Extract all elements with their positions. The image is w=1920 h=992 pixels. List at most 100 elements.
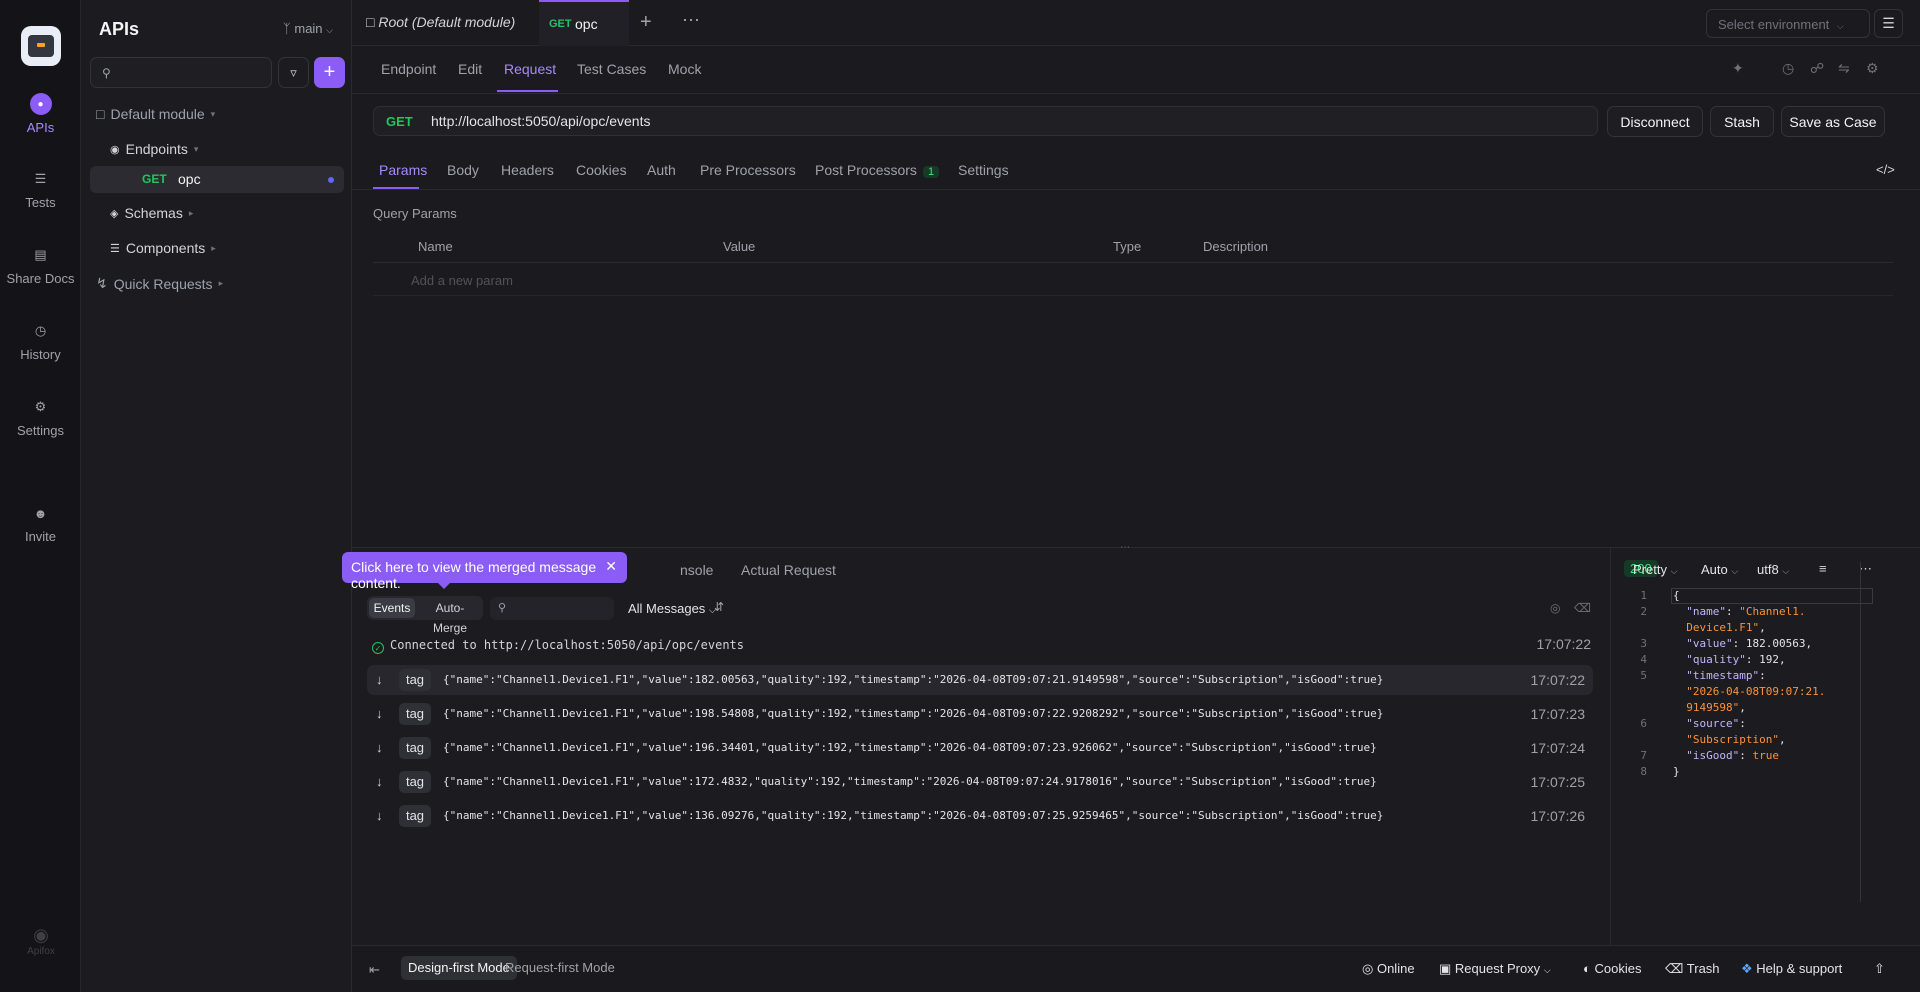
message-filter-select[interactable]: All Messages ⌵ [628, 601, 716, 616]
tree-components[interactable]: ☰ Components ▸ [110, 240, 216, 256]
rail-item-history[interactable]: ◷ History [0, 320, 81, 362]
gear-icon[interactable]: ⚙ [1866, 60, 1879, 77]
scroll-top-icon[interactable]: ◎ [1550, 601, 1560, 615]
rail-item-settings[interactable]: ⚙ Settings [0, 396, 81, 438]
magic-icon[interactable]: ✦ [1732, 60, 1744, 77]
wrap-icon[interactable]: ≡ [1819, 561, 1827, 576]
tree-label: Components [125, 240, 206, 256]
params-add-row[interactable]: Add a new param [373, 263, 1893, 296]
event-row[interactable]: ↓ tag {"name":"Channel1.Device1.F1","val… [367, 767, 1593, 797]
menu-button[interactable]: ☰ [1874, 9, 1903, 38]
help-label: Help & support [1756, 961, 1843, 976]
rail-label: Share Docs [6, 271, 75, 286]
tab-headers[interactable]: Headers [501, 162, 554, 178]
tree-default-module[interactable]: □ Default module ▾ [96, 106, 215, 122]
tab-post-processors[interactable]: Post Processors 1 [815, 162, 940, 178]
help-support-button[interactable]: ❖ Help & support [1741, 961, 1842, 977]
mode-select[interactable]: Auto ⌵ [1701, 562, 1738, 577]
code-line: 8} [1640, 765, 1680, 778]
event-row[interactable]: ↓ tag {"name":"Channel1.Device1.F1","val… [367, 733, 1593, 763]
more-tabs-icon[interactable]: ⋯ [682, 10, 701, 31]
main-area: □ Root (Default module) GET opc + ⋯ Sele… [342, 0, 1920, 992]
events-toggle[interactable]: Events [369, 598, 415, 618]
tree-endpoints[interactable]: ◉ Endpoints ▾ [110, 141, 198, 157]
tab-params[interactable]: Params [379, 162, 427, 178]
tab-actual-request[interactable]: Actual Request [741, 562, 836, 578]
trash-button[interactable]: ⌫ Trash [1665, 961, 1720, 977]
message-time: 17:07:22 [1536, 636, 1592, 652]
close-icon[interactable]: ✕ [605, 558, 617, 575]
rail-item-share-docs[interactable]: ▤ Share Docs [0, 244, 81, 286]
request-proxy-button[interactable]: ▣ Request Proxy ⌵ [1439, 961, 1551, 977]
event-time: 17:07:22 [1530, 672, 1586, 688]
merge-tooltip[interactable]: Click here to view the merged message co… [342, 552, 627, 591]
stash-button[interactable]: Stash [1710, 106, 1774, 137]
event-row[interactable]: ↓ tag {"name":"Channel1.Device1.F1","val… [367, 801, 1593, 831]
branch-selector[interactable]: ᛉ main ⌵ [283, 21, 333, 36]
tests-icon: ☰ [34, 171, 47, 186]
format-select[interactable]: Pretty ⌵ [1633, 562, 1677, 577]
code-icon[interactable]: </> [1876, 162, 1895, 177]
url-input[interactable]: http://localhost:5050/api/opc/events [431, 113, 650, 129]
event-row[interactable]: ↓ tag {"name":"Channel1.Device1.F1","val… [367, 665, 1593, 695]
sort-icon[interactable]: ⇵ [714, 600, 724, 614]
share-icon[interactable]: ☍ [1810, 60, 1824, 77]
save-as-case-button[interactable]: Save as Case [1781, 106, 1885, 137]
new-tab-button[interactable]: + [640, 11, 652, 34]
filter-button[interactable]: ▿ [278, 57, 309, 88]
rail-item-apis[interactable]: ● APIs [0, 93, 81, 135]
upload-icon[interactable]: ⇧ [1874, 961, 1885, 977]
encoding-select[interactable]: utf8 ⌵ [1757, 562, 1789, 577]
add-param-placeholder[interactable]: Add a new param [411, 273, 513, 288]
collapse-sidebar-icon[interactable]: ⇤ [369, 962, 380, 978]
proxy-label: Request Proxy [1454, 961, 1541, 976]
tab-body[interactable]: Body [447, 162, 479, 178]
tab-console[interactable]: nsole [680, 562, 713, 578]
filter-icon: ▿ [290, 64, 297, 80]
cookie-icon: ◐ [1583, 961, 1591, 976]
add-button[interactable]: + [314, 57, 345, 88]
tab-opc[interactable]: GET opc [539, 0, 629, 46]
tab-edit[interactable]: Edit [458, 61, 482, 77]
history-icon[interactable]: ◷ [1782, 60, 1794, 77]
online-status[interactable]: ◎ Online [1362, 961, 1415, 977]
url-bar[interactable]: GET http://localhost:5050/api/opc/events [373, 106, 1598, 136]
rail-item-invite[interactable]: ☻ Invite [0, 502, 81, 545]
disconnect-button[interactable]: Disconnect [1607, 106, 1703, 137]
clear-icon[interactable]: ⌫ [1574, 601, 1591, 615]
compare-icon[interactable]: ⇋ [1838, 60, 1850, 77]
endpoint-name: opc [178, 171, 201, 187]
auto-merge-toggle[interactable]: Auto-Merge [419, 598, 481, 635]
tree-quick-requests[interactable]: ↯ Quick Requests ▸ [96, 275, 223, 292]
encoding-label: utf8 [1757, 562, 1779, 577]
message-search-input[interactable]: ⚲ [490, 597, 614, 620]
tab-auth[interactable]: Auth [647, 162, 676, 178]
folder-icon: □ [96, 106, 105, 122]
tab-root-module[interactable]: □ Root (Default module) [366, 14, 515, 30]
response-panel: ⋯ nsole Actual Request 200 Click here to… [342, 542, 1920, 946]
app-logo[interactable] [21, 26, 61, 66]
scrollbar[interactable] [1860, 562, 1861, 902]
tree-schemas[interactable]: ◈ Schemas ▸ [110, 205, 193, 221]
environment-select[interactable]: Select environment ⌵ [1706, 9, 1870, 38]
code-line: 2 "name": "Channel1. [1640, 605, 1806, 618]
tab-test-cases[interactable]: Test Cases [577, 61, 646, 77]
event-row[interactable]: ↓ tag {"name":"Channel1.Device1.F1","val… [367, 699, 1593, 729]
sidebar-search-input[interactable]: ⚲ [90, 57, 272, 88]
resize-handle[interactable]: ⋯ [1120, 542, 1131, 553]
tab-settings[interactable]: Settings [958, 162, 1009, 178]
method-select[interactable]: GET [386, 114, 413, 129]
tab-mock[interactable]: Mock [668, 61, 701, 77]
tab-endpoint[interactable]: Endpoint [381, 61, 436, 77]
event-payload: {"name":"Channel1.Device1.F1","value":13… [443, 809, 1384, 822]
filter-label: All Messages [628, 601, 706, 616]
params-table-header: Name Value Type Description [373, 230, 1893, 263]
request-first-mode-button[interactable]: Request-first Mode [498, 956, 622, 980]
cookies-button[interactable]: ◐ Cookies [1583, 961, 1641, 976]
tab-cookies[interactable]: Cookies [576, 162, 627, 178]
tree-endpoint-opc[interactable]: GET opc [90, 166, 344, 193]
tab-pre-processors[interactable]: Pre Processors [700, 162, 796, 178]
rail-item-tests[interactable]: ☰ Tests [0, 168, 81, 210]
tab-request[interactable]: Request [504, 61, 556, 77]
chevron-down-icon: ⌵ [1782, 566, 1790, 576]
